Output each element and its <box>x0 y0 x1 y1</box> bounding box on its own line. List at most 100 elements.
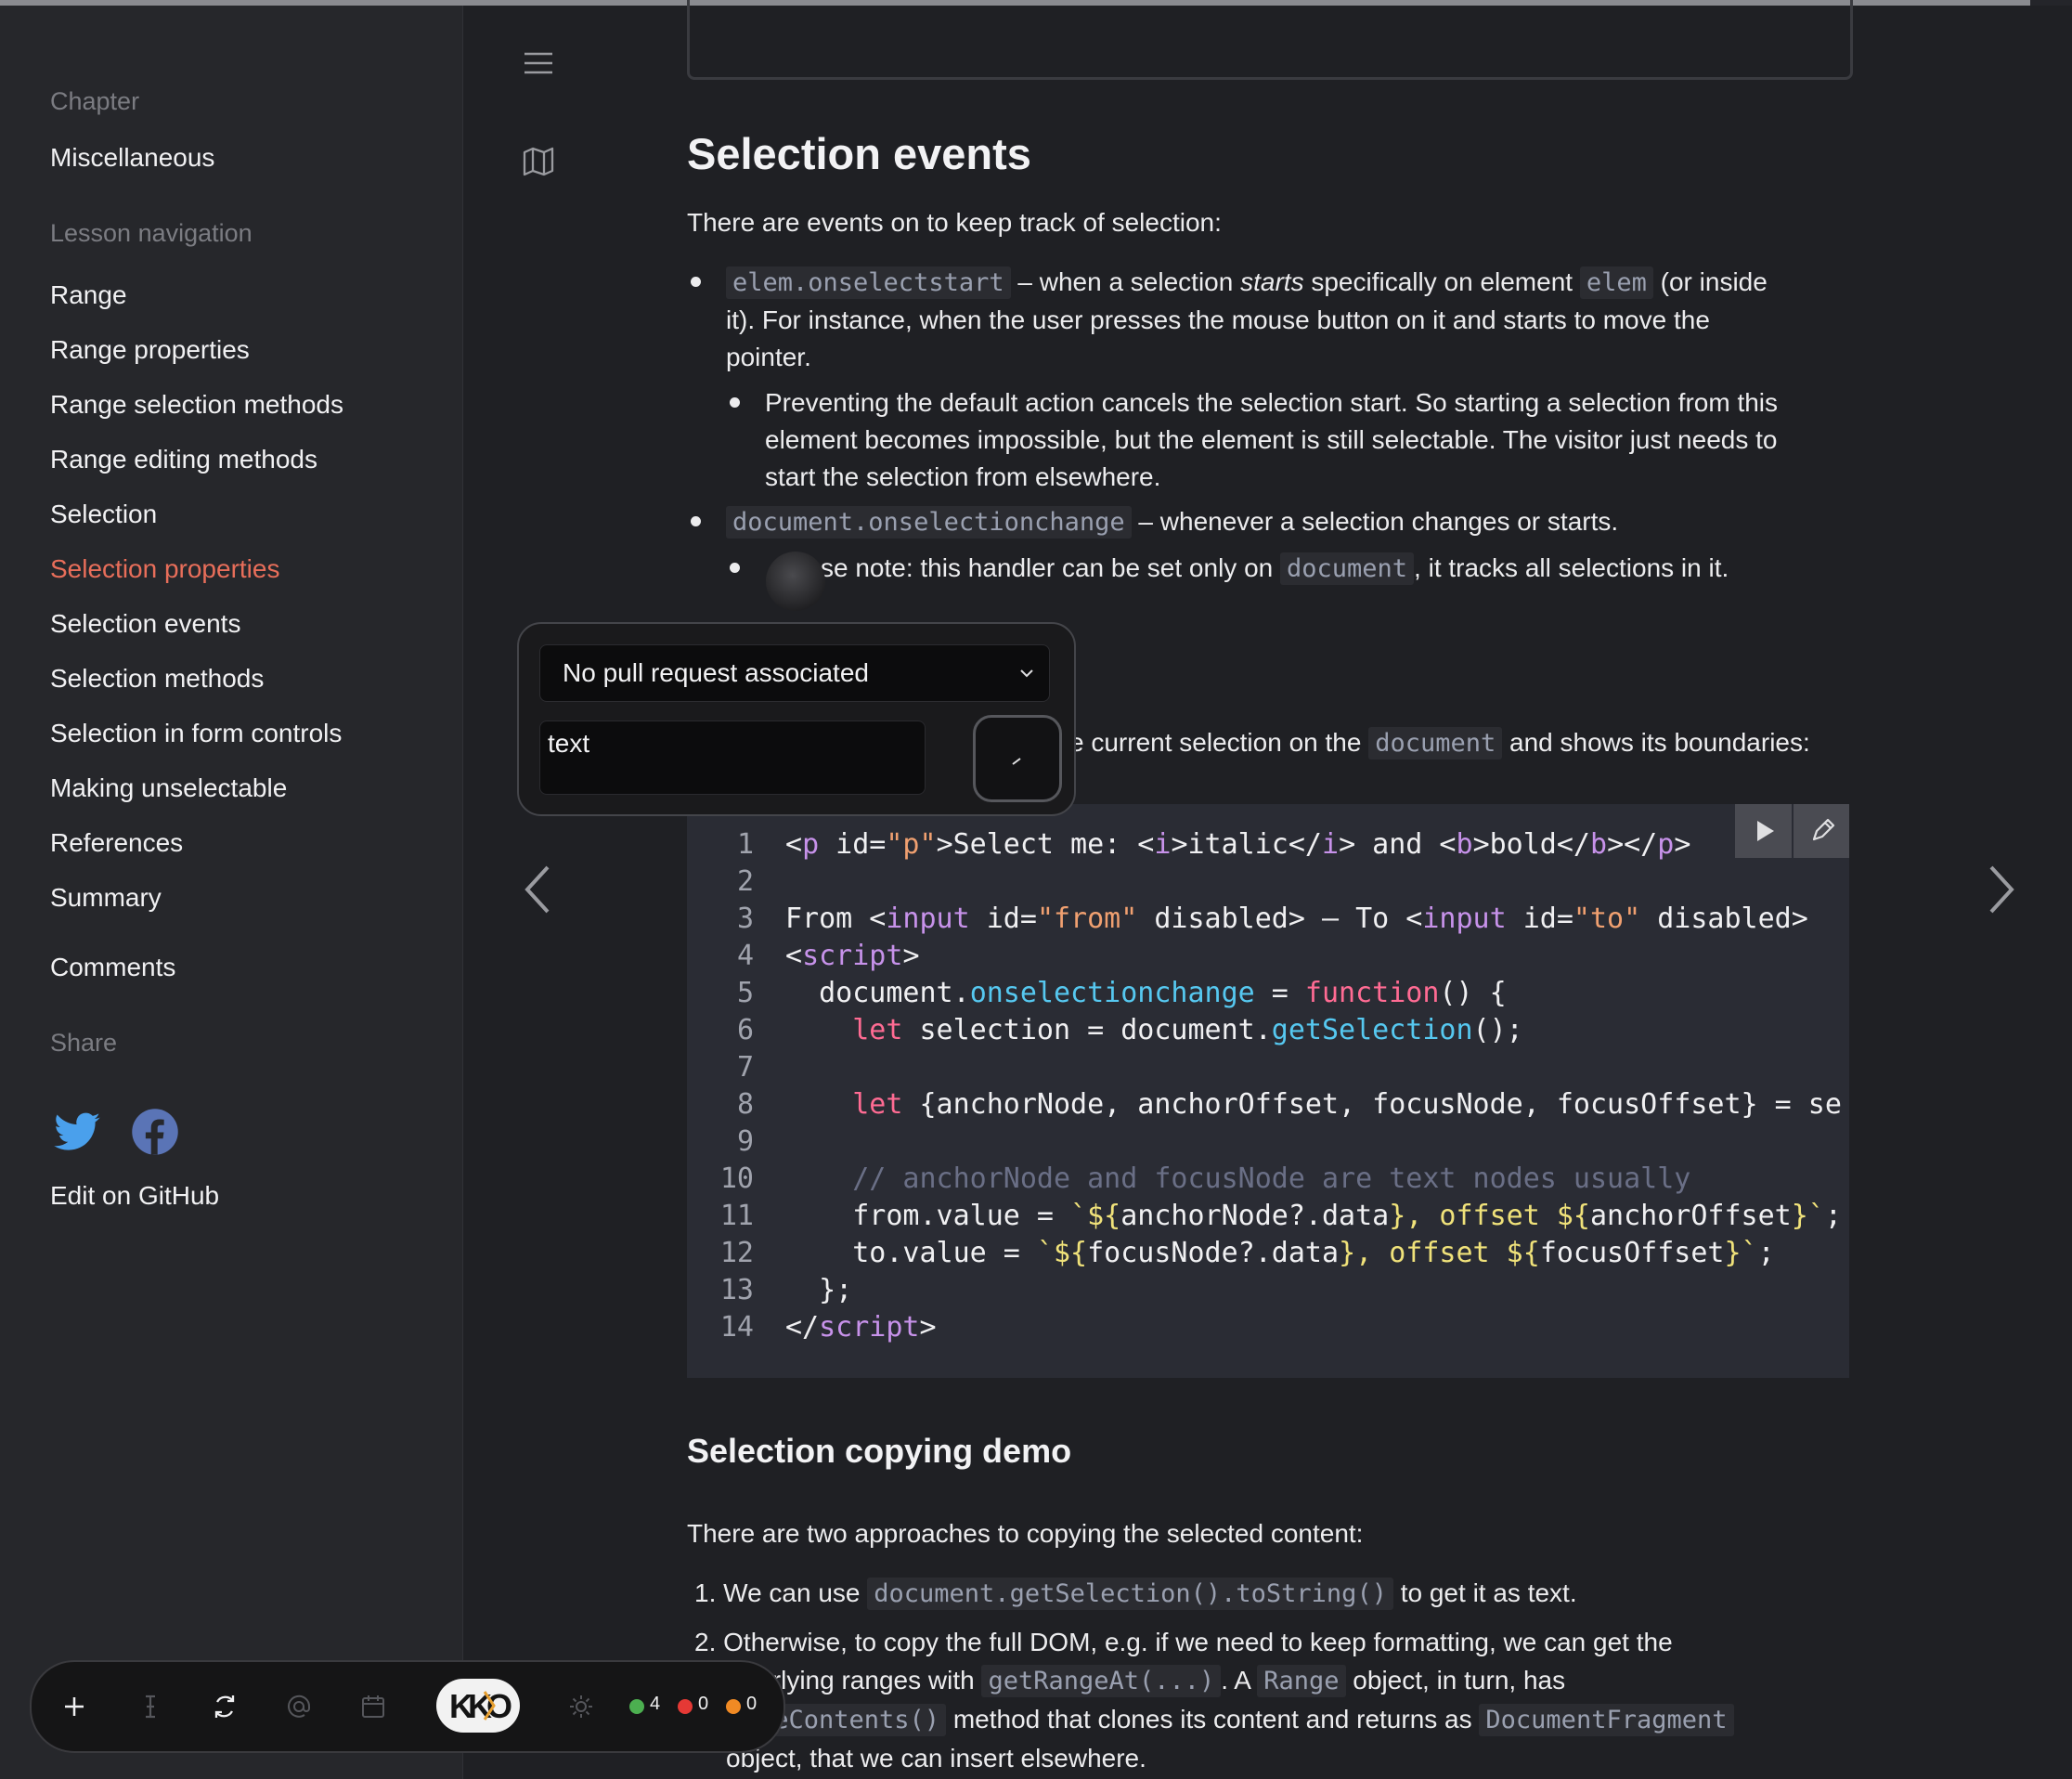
text: it). For instance, when the user presses… <box>726 305 1710 334</box>
chapter-link[interactable]: Miscellaneous <box>50 143 214 173</box>
bottom-toolbar: KKO 4 0 0 <box>30 1660 785 1753</box>
status-red-count: 0 <box>698 1694 709 1714</box>
svg-text:KKO: KKO <box>449 1687 512 1725</box>
text: e current selection on the <box>1069 728 1369 757</box>
bullet-dot <box>730 397 740 408</box>
chapter-label: Chapter <box>50 87 140 115</box>
settings-gear-icon[interactable] <box>564 1690 598 1723</box>
inline-code: Range <box>1257 1665 1346 1697</box>
text: start the selection from elsewhere. <box>765 462 1161 491</box>
sub-bullet-handler-note: se note: this handler can be set only on… <box>821 550 1851 588</box>
text: element becomes impossible, but the elem… <box>765 425 1778 454</box>
bullet-dot <box>691 516 701 526</box>
sidebar-item-selection-methods[interactable]: Selection methods <box>50 664 264 694</box>
status-orange-count: 0 <box>746 1694 758 1714</box>
sidebar-item-making-unselectable[interactable]: Making unselectable <box>50 773 287 803</box>
bullet-onselectstart: elem.onselectstart – when a selection st… <box>726 264 1849 376</box>
text: We can use <box>723 1578 868 1607</box>
comment-text-value: text <box>548 729 590 758</box>
cursor-blob <box>766 552 825 611</box>
sidebar-item-selection-in-form-controls[interactable]: Selection in form controls <box>50 719 342 748</box>
status-red-dot <box>678 1699 693 1714</box>
copy-intro-paragraph: There are two approaches to copying the … <box>687 1519 1364 1548</box>
comments-link[interactable]: Comments <box>50 953 175 982</box>
bullet-dot <box>691 277 701 287</box>
sidebar-item-range-properties[interactable]: Range properties <box>50 335 250 365</box>
open-sandbox-pencil-icon[interactable] <box>1794 804 1849 858</box>
chevron-down-icon <box>1020 669 1033 678</box>
text: se note: this handler can be set only on <box>821 553 1280 582</box>
text: . A <box>1221 1666 1258 1695</box>
run-example-play-icon[interactable] <box>1735 804 1792 858</box>
code-example[interactable]: 1 <p id="p">Select me: <i>italic</i> and … <box>687 804 1849 1378</box>
plus-icon[interactable] <box>58 1690 91 1723</box>
edit-on-github-link[interactable]: Edit on GitHub <box>50 1181 219 1211</box>
sidebar: Chapter Miscellaneous Lesson navigation … <box>0 6 463 1779</box>
sidebar-item-selection-events[interactable]: Selection events <box>50 609 240 639</box>
inline-code: elem <box>1579 266 1653 299</box>
sidebar-item-selection-properties[interactable]: Selection properties <box>50 554 279 584</box>
pull-request-popup: No pull request associated text <box>517 622 1076 816</box>
map-icon[interactable] <box>522 145 555 178</box>
twitter-icon[interactable] <box>52 1107 102 1157</box>
text: Otherwise, to copy the full DOM, e.g. if… <box>723 1628 1673 1656</box>
ordered-item-1: 1. We can use document.getSelection().to… <box>694 1575 1845 1613</box>
sidebar-item-summary[interactable]: Summary <box>50 883 162 913</box>
status-green-count: 4 <box>650 1694 661 1714</box>
lesson-navigation-label: Lesson navigation <box>50 219 253 247</box>
text: (or inside <box>1652 267 1768 296</box>
send-icon <box>1012 758 1021 765</box>
text: to get it as text. <box>1392 1578 1577 1607</box>
calendar-icon[interactable] <box>356 1690 390 1723</box>
pull-request-select-value: No pull request associated <box>563 658 869 687</box>
demo-description: e current selection on the document and … <box>1069 724 1849 762</box>
sidebar-item-references[interactable]: References <box>50 828 183 858</box>
text: method that clones its content and retur… <box>946 1705 1480 1734</box>
emphasis: starts <box>1240 267 1304 296</box>
bullet-dot <box>730 563 740 573</box>
sidebar-item-range-editing-methods[interactable]: Range editing methods <box>50 445 317 474</box>
previous-lesson-arrow-icon[interactable] <box>520 862 557 917</box>
sidebar-item-selection[interactable]: Selection <box>50 500 157 529</box>
sub-bullet-prevent-default: Preventing the default action cancels th… <box>765 384 1851 496</box>
inline-code: document.onselectionchange <box>726 506 1132 539</box>
text-cursor-icon[interactable] <box>134 1690 167 1723</box>
next-lesson-arrow-icon[interactable] <box>1982 862 2019 917</box>
text: object, that we can insert elsewhere. <box>726 1744 1146 1773</box>
pull-request-select[interactable]: No pull request associated <box>539 644 1050 702</box>
text: specifically on element <box>1303 267 1580 296</box>
text: Preventing the default action cancels th… <box>765 388 1779 417</box>
facebook-icon[interactable] <box>130 1107 180 1157</box>
list-number: 2. <box>694 1628 717 1656</box>
section-heading: Selection events <box>687 129 1031 178</box>
inline-code: DocumentFragment <box>1479 1704 1734 1736</box>
inline-code: document.getSelection().toString() <box>867 1578 1393 1610</box>
share-label: Share <box>50 1029 118 1057</box>
send-button[interactable] <box>973 715 1062 802</box>
inline-code: getRangeAt(...) <box>981 1665 1222 1697</box>
intro-paragraph: There are events on to keep track of sel… <box>687 208 1222 237</box>
sidebar-item-range[interactable]: Range <box>50 280 127 310</box>
inline-code: document <box>1280 552 1415 585</box>
inline-code: document <box>1368 727 1503 760</box>
at-sign-icon[interactable] <box>282 1690 316 1723</box>
ordered-item-2: 2. Otherwise, to copy the full DOM, e.g.… <box>694 1623 1845 1777</box>
kko-logo[interactable]: KKO <box>436 1679 520 1733</box>
kko-logo-mark: KKO <box>449 1687 517 1725</box>
menu-icon[interactable] <box>522 46 555 80</box>
text: and shows its boundaries: <box>1502 728 1810 757</box>
code-listing: 1 <p id="p">Select me: <i>italic</i> and … <box>719 828 1842 1344</box>
refresh-icon[interactable] <box>208 1690 241 1723</box>
text: pointer. <box>726 343 811 371</box>
status-orange-dot <box>726 1699 741 1714</box>
inline-code: elem.onselectstart <box>726 266 1011 299</box>
comment-text-field[interactable]: text <box>539 721 926 795</box>
list-number: 1. <box>694 1578 717 1607</box>
text: – when a selection <box>1010 267 1241 296</box>
subsection-heading: Selection copying demo <box>687 1432 1072 1470</box>
text: – whenever a selection changes or starts… <box>1131 507 1619 536</box>
status-green-dot <box>629 1699 644 1714</box>
bullet-onselectionchange: document.onselectionchange – whenever a … <box>726 503 1849 541</box>
text: , it tracks all selections in it. <box>1414 553 1729 582</box>
sidebar-item-range-selection-methods[interactable]: Range selection methods <box>50 390 343 420</box>
